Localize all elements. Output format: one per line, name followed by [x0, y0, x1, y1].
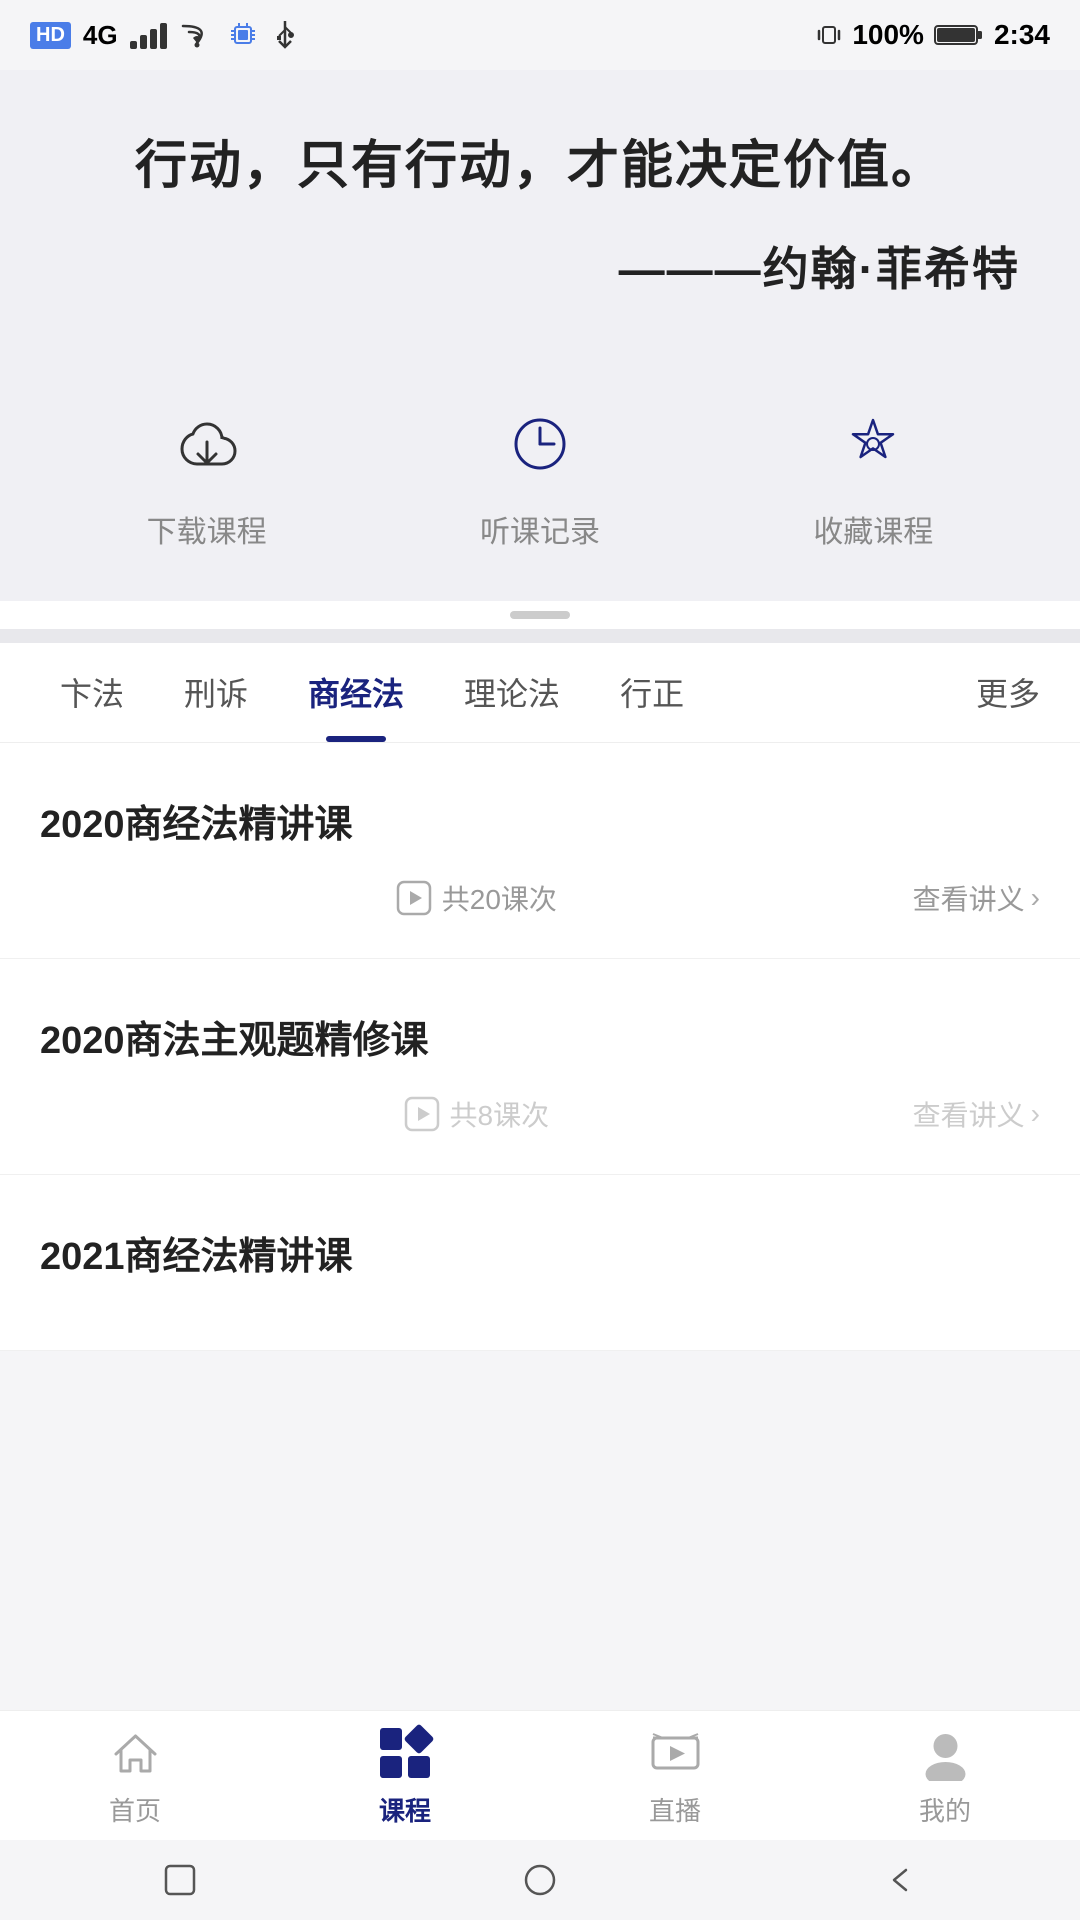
network-4g: 4G	[83, 20, 118, 51]
course-title: 2020商经法精讲课	[40, 793, 1040, 848]
play-icon	[396, 880, 432, 916]
tab-xingsu[interactable]: 刑诉	[154, 643, 278, 742]
android-home-btn[interactable]	[510, 1850, 570, 1910]
play-icon	[404, 1096, 440, 1132]
nav-live-label: 直播	[649, 1791, 701, 1828]
nav-home-label: 首页	[109, 1791, 161, 1828]
course-item: 2021商经法精讲课	[0, 1175, 1080, 1351]
android-square-btn[interactable]	[150, 1850, 210, 1910]
hero-section: 行动，只有行动，才能决定价值。 ———约翰·菲希特	[0, 70, 1080, 349]
bottom-nav: 首页 课程 直播	[0, 1710, 1080, 1840]
status-bar: HD 4G	[0, 0, 1080, 70]
vibrate-icon	[816, 19, 842, 51]
nav-home[interactable]: 首页	[35, 1723, 235, 1828]
usb-icon	[271, 19, 299, 51]
tab-xingzheng[interactable]: 行正	[590, 643, 714, 742]
tab-minfa[interactable]: 卞法	[30, 643, 154, 742]
course-icon	[375, 1723, 435, 1783]
nav-mine-label: 我的	[919, 1791, 971, 1828]
category-tabs: 卞法 刑诉 商经法 理论法 行正 更多	[0, 643, 1080, 743]
wifi-icon	[179, 21, 215, 49]
signal-icon	[130, 21, 167, 49]
section-divider	[0, 629, 1080, 643]
cloud-download-icon	[162, 399, 252, 489]
scroll-indicator	[0, 601, 1080, 629]
course-meta: 共8课次 查看讲义 ›	[40, 1094, 1040, 1134]
chevron-right-icon: ›	[1031, 1098, 1040, 1130]
course-lessons: 共8课次	[404, 1094, 550, 1134]
user-icon	[915, 1723, 975, 1783]
nav-course[interactable]: 课程	[305, 1723, 505, 1828]
status-left: HD 4G	[30, 19, 299, 51]
home-icon	[105, 1723, 165, 1783]
battery-percent: 100%	[852, 19, 924, 51]
download-action[interactable]: 下载课程	[147, 399, 267, 551]
history-label: 听课记录	[480, 507, 600, 551]
favorites-label: 收藏课程	[813, 507, 933, 551]
nav-course-label: 课程	[379, 1791, 431, 1828]
course-handout-link[interactable]: 查看讲义 ›	[913, 1094, 1040, 1134]
star-icon	[828, 399, 918, 489]
scroll-dot	[510, 611, 570, 619]
course-list: 2020商经法精讲课 共20课次 查看讲义 › 2020商法主观题精修课	[0, 743, 1080, 1351]
favorites-action[interactable]: 收藏课程	[813, 399, 933, 551]
course-lessons: 共20课次	[396, 878, 557, 918]
live-icon	[645, 1723, 705, 1783]
android-back-btn[interactable]	[870, 1850, 930, 1910]
tab-shangjingfa[interactable]: 商经法	[278, 643, 434, 742]
android-nav-bar	[0, 1840, 1080, 1920]
course-title: 2020商法主观题精修课	[40, 1009, 1040, 1064]
download-label: 下载课程	[147, 507, 267, 551]
hd-badge: HD	[30, 22, 71, 49]
history-action[interactable]: 听课记录	[480, 399, 600, 551]
nav-mine[interactable]: 我的	[845, 1723, 1045, 1828]
course-item: 2020商法主观题精修课 共8课次 查看讲义 ›	[0, 959, 1080, 1175]
time-display: 2:34	[994, 19, 1050, 51]
nav-live[interactable]: 直播	[575, 1723, 775, 1828]
chip-icon	[227, 19, 259, 51]
quote-main: 行动，只有行动，才能决定价值。	[60, 130, 1020, 203]
chevron-right-icon: ›	[1031, 882, 1040, 914]
course-item: 2020商经法精讲课 共20课次 查看讲义 ›	[0, 743, 1080, 959]
battery-icon	[934, 22, 984, 48]
course-title: 2021商经法精讲课	[40, 1225, 1040, 1280]
clock-icon	[495, 399, 585, 489]
quote-author: ———约翰·菲希特	[60, 233, 1020, 299]
course-handout-link[interactable]: 查看讲义 ›	[913, 878, 1040, 918]
tab-more[interactable]: 更多	[966, 669, 1050, 715]
quick-actions: 下载课程 听课记录 收藏课程	[0, 349, 1080, 601]
course-meta: 共20课次 查看讲义 ›	[40, 878, 1040, 918]
tab-lilunfa[interactable]: 理论法	[434, 643, 590, 742]
status-right: 100% 2:34	[816, 19, 1050, 51]
